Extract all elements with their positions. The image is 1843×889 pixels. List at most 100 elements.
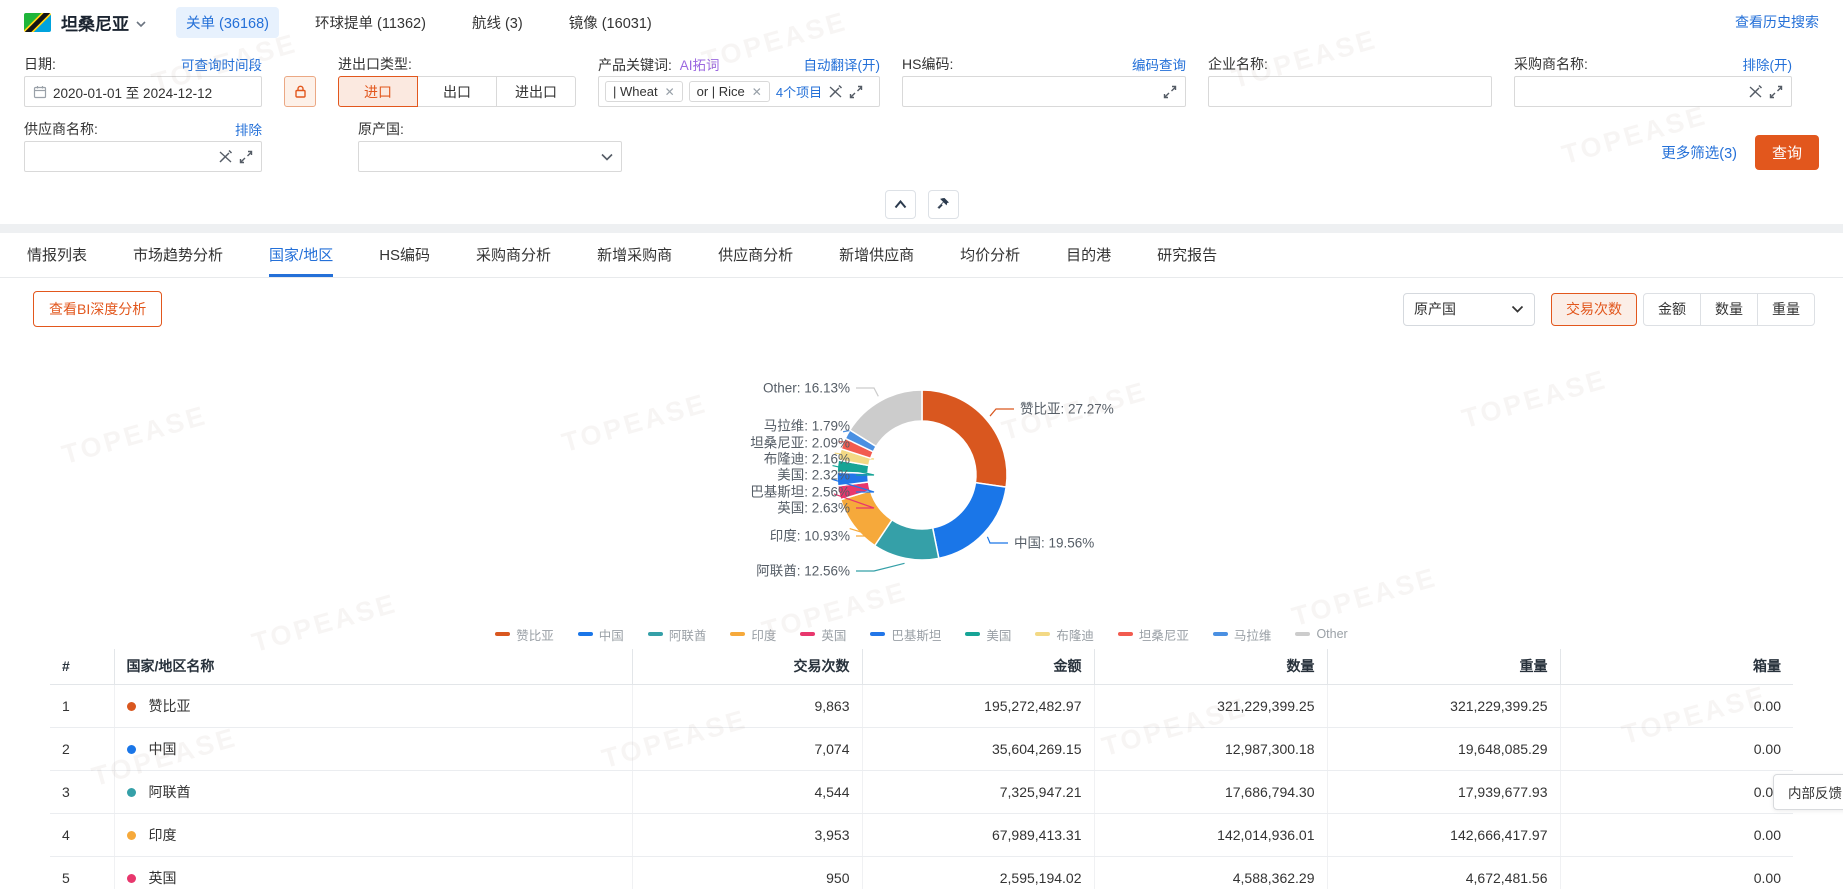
table-row[interactable]: 5英国9502,595,194.024,588,362.294,672,481.… — [50, 856, 1793, 889]
expand-icon[interactable] — [1769, 85, 1783, 99]
country-cell: 印度 — [114, 813, 632, 856]
value-cell-1: 67,989,413.31 — [862, 813, 1094, 856]
wand-off-icon[interactable] — [218, 149, 233, 164]
product-keyword-input[interactable]: | Wheat ✕ or | Rice ✕ 4个项目 — [598, 76, 880, 107]
bi-analysis-button[interactable]: 查看BI深度分析 — [33, 291, 162, 327]
buyer-input[interactable] — [1514, 76, 1792, 107]
column-header-6[interactable]: 箱量 — [1560, 649, 1793, 684]
value-cell-2: 142,014,936.01 — [1094, 813, 1327, 856]
code-lookup-link[interactable]: 编码查询 — [1132, 54, 1186, 74]
legend-item-美国[interactable]: 美国 — [965, 625, 1011, 644]
lock-date-button[interactable] — [284, 76, 316, 107]
table-row[interactable]: 2中国7,07435,604,269.1512,987,300.1819,648… — [50, 727, 1793, 770]
more-filters-link[interactable]: 更多筛选(3) — [1661, 142, 1737, 163]
chevron-up-icon — [894, 200, 907, 209]
tab-4[interactable]: 采购商分析 — [476, 233, 551, 277]
column-header-0[interactable]: # — [50, 649, 114, 684]
tab-10[interactable]: 研究报告 — [1157, 233, 1217, 277]
dataset-tab-1[interactable]: 环球提单 (11362) — [305, 7, 436, 38]
keyword-chip-label: or | Rice — [697, 84, 745, 99]
legend-item-巴基斯坦[interactable]: 巴基斯坦 — [870, 625, 941, 644]
company-input[interactable] — [1208, 76, 1492, 107]
column-header-1[interactable]: 国家/地区名称 — [114, 649, 632, 684]
legend-item-中国[interactable]: 中国 — [578, 625, 624, 644]
legend-item-印度[interactable]: 印度 — [730, 625, 776, 644]
donut-chart-svg[interactable]: 赞比亚: 27.27%中国: 19.56%阿联酋: 12.56%印度: 10.9… — [442, 327, 1402, 619]
legend-dash-icon — [648, 632, 663, 636]
dimension-select[interactable]: 原产国 — [1403, 293, 1535, 326]
internal-feedback-button[interactable]: 内部反馈 — [1773, 774, 1843, 810]
tab-7[interactable]: 新增供应商 — [839, 233, 914, 277]
tab-6[interactable]: 供应商分析 — [718, 233, 793, 277]
remove-chip-icon[interactable]: ✕ — [665, 85, 675, 99]
legend-item-马拉维[interactable]: 马拉维 — [1213, 625, 1272, 644]
legend-item-英国[interactable]: 英国 — [800, 625, 846, 644]
origin-country-select[interactable] — [358, 141, 622, 172]
table-row[interactable]: 1赞比亚9,863195,272,482.97321,229,399.25321… — [50, 684, 1793, 727]
tab-3[interactable]: HS编码 — [379, 233, 430, 277]
legend-item-坦桑尼亚[interactable]: 坦桑尼亚 — [1118, 625, 1189, 644]
wand-off-icon[interactable] — [1748, 84, 1763, 99]
metric-button-3[interactable]: 重量 — [1757, 293, 1815, 326]
metric-button-0[interactable]: 交易次数 — [1551, 293, 1637, 326]
slice-label: 美国: 2.32% — [777, 468, 850, 483]
tab-0[interactable]: 情报列表 — [27, 233, 87, 277]
trade-type-option-0[interactable]: 进口 — [338, 76, 418, 107]
legend-item-布隆迪[interactable]: 布隆迪 — [1035, 625, 1094, 644]
legend-label: 赞比亚 — [516, 625, 554, 644]
value-cell-3: 17,939,677.93 — [1327, 770, 1560, 813]
hs-code-input[interactable] — [902, 76, 1186, 107]
date-range-input[interactable]: 2020-01-01 至 2024-12-12 — [24, 76, 262, 107]
search-button[interactable]: 查询 — [1755, 135, 1819, 170]
tab-1[interactable]: 市场趋势分析 — [133, 233, 223, 277]
pin-panel-button[interactable] — [928, 190, 959, 219]
lock-icon — [293, 84, 308, 99]
collapse-panel-button[interactable] — [885, 190, 916, 219]
more-items-link[interactable]: 4个项目 — [776, 82, 822, 101]
metric-button-1[interactable]: 金额 — [1643, 293, 1701, 326]
tab-9[interactable]: 目的港 — [1066, 233, 1111, 277]
history-search-link[interactable]: 查看历史搜索 — [1735, 12, 1819, 32]
table-row[interactable]: 3阿联酋4,5447,325,947.2117,686,794.3017,939… — [50, 770, 1793, 813]
metric-button-2[interactable]: 数量 — [1700, 293, 1758, 326]
slice-label: 阿联酋: 12.56% — [756, 563, 850, 579]
slice-中国[interactable] — [932, 483, 1005, 559]
query-range-link[interactable]: 可查询时间段 — [181, 54, 262, 74]
legend-item-Other[interactable]: Other — [1295, 627, 1347, 641]
column-header-5[interactable]: 重量 — [1327, 649, 1560, 684]
tab-2[interactable]: 国家/地区 — [269, 233, 333, 277]
expand-icon[interactable] — [849, 85, 863, 99]
keyword-chip-label: | Wheat — [613, 84, 658, 99]
legend-item-赞比亚[interactable]: 赞比亚 — [495, 625, 554, 644]
value-cell-4: 0.00 — [1560, 770, 1793, 813]
company-label: 企业名称: — [1208, 54, 1268, 74]
dataset-tab-3[interactable]: 镜像 (16031) — [559, 7, 662, 38]
tab-5[interactable]: 新增采购商 — [597, 233, 672, 277]
expand-icon[interactable] — [239, 150, 253, 164]
hs-code-label: HS编码: — [902, 54, 953, 74]
dataset-tab-2[interactable]: 航线 (3) — [462, 7, 533, 38]
slice-赞比亚[interactable] — [922, 390, 1007, 487]
trade-type-option-1[interactable]: 出口 — [417, 76, 497, 107]
dataset-tab-0[interactable]: 关单 (36168) — [176, 7, 279, 38]
supplier-exclude-link[interactable]: 排除 — [235, 119, 262, 139]
supplier-input[interactable] — [24, 141, 262, 172]
ai-expand-link[interactable]: AI拓词 — [680, 58, 720, 73]
tab-8[interactable]: 均价分析 — [960, 233, 1020, 277]
expand-icon[interactable] — [1163, 85, 1177, 99]
buyer-exclude-link[interactable]: 排除(开) — [1743, 54, 1793, 74]
column-header-4[interactable]: 数量 — [1094, 649, 1327, 684]
column-header-3[interactable]: 金额 — [862, 649, 1094, 684]
remove-chip-icon[interactable]: ✕ — [752, 85, 762, 99]
calendar-icon — [33, 85, 47, 99]
slice-label: 坦桑尼亚: 2.09% — [750, 436, 850, 451]
chevron-down-icon[interactable] — [136, 19, 146, 29]
column-header-2[interactable]: 交易次数 — [632, 649, 862, 684]
legend-item-阿联酋[interactable]: 阿联酋 — [648, 625, 707, 644]
country-selector[interactable]: 坦桑尼亚 — [61, 10, 129, 35]
wand-off-icon[interactable] — [828, 84, 843, 99]
table-row[interactable]: 4印度3,95367,989,413.31142,014,936.01142,6… — [50, 813, 1793, 856]
value-cell-0: 3,953 — [632, 813, 862, 856]
auto-translate-link[interactable]: 自动翻译(开) — [804, 54, 881, 74]
trade-type-option-2[interactable]: 进出口 — [496, 76, 576, 107]
